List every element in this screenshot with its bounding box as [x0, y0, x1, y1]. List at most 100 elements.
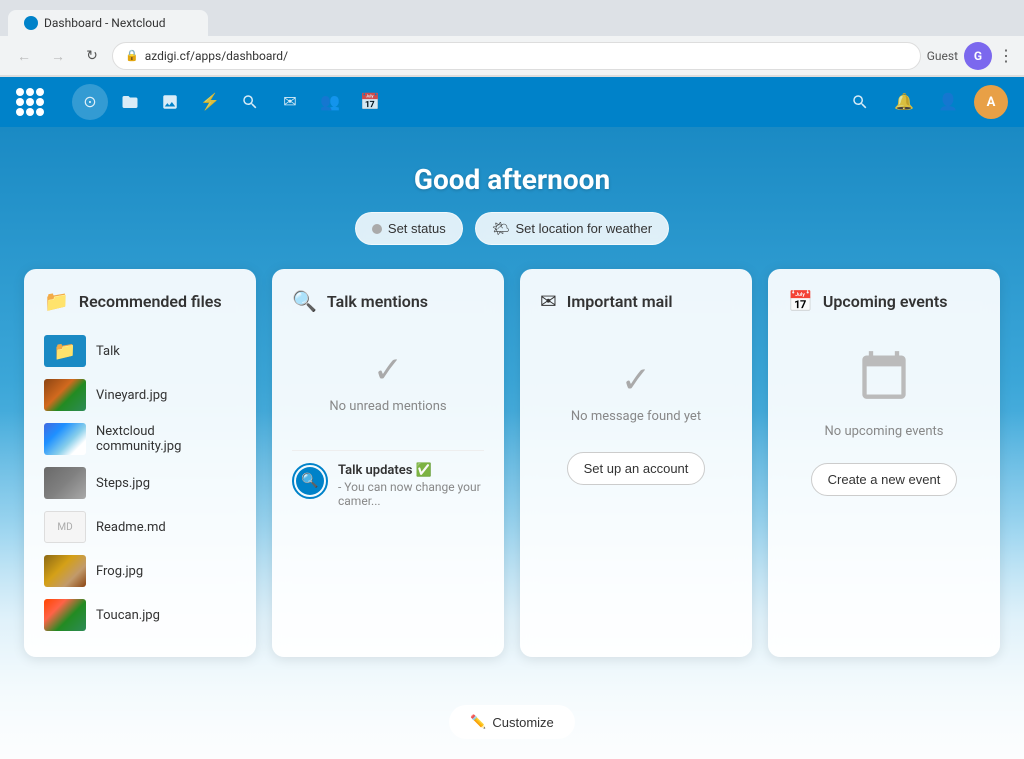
cards-grid: 📁 Recommended files 📁 Talk Vineyard.jpg …	[0, 269, 1024, 697]
customize-button[interactable]: ✏️ Customize	[449, 705, 575, 739]
lock-icon: 🔒	[125, 49, 139, 62]
nextcloud-logo	[16, 88, 44, 116]
events-empty-text: No upcoming events	[788, 424, 980, 439]
customize-label: Customize	[492, 715, 553, 730]
header-right: 🔔 👤 A	[842, 84, 1008, 120]
card-header-events: 📅 Upcoming events	[788, 289, 980, 313]
file-name-frog: Frog.jpg	[96, 564, 143, 579]
setup-account-button[interactable]: Set up an account	[567, 452, 706, 485]
check-icon: ✓	[292, 349, 484, 391]
nav-activity[interactable]: ⚡	[192, 84, 228, 120]
reload-button[interactable]: ↻	[78, 42, 106, 70]
important-mail-card: ✉ Important mail ✓ No message found yet …	[520, 269, 752, 657]
file-icon-talk: 📁	[44, 335, 86, 367]
set-status-button[interactable]: Set status	[355, 212, 463, 245]
status-dot-icon	[372, 224, 382, 234]
search-icon-btn[interactable]	[842, 84, 878, 120]
back-button[interactable]: ←	[10, 42, 38, 70]
greeting-section: Good afternoon Set status 🌤 Set location…	[0, 127, 1024, 269]
card-header-mail: ✉ Important mail	[540, 289, 732, 313]
file-name-steps: Steps.jpg	[96, 476, 150, 491]
app-logo[interactable]	[16, 88, 44, 116]
file-name-toucan: Toucan.jpg	[96, 608, 160, 623]
file-item-steps[interactable]: Steps.jpg	[44, 461, 236, 505]
create-event-button[interactable]: Create a new event	[811, 463, 958, 496]
mail-card-icon: ✉	[540, 289, 557, 313]
file-item-nextcloud[interactable]: Nextcloud community.jpg	[44, 417, 236, 461]
nav-mail[interactable]: ✉	[272, 84, 308, 120]
card-title-mail: Important mail	[567, 292, 673, 311]
greeting-title: Good afternoon	[20, 163, 1004, 196]
file-thumb-nextcloud	[44, 423, 86, 455]
greeting-buttons: Set status 🌤 Set location for weather	[20, 212, 1004, 245]
browser-tab[interactable]: Dashboard - Nextcloud	[8, 10, 208, 36]
nav-files[interactable]	[112, 84, 148, 120]
events-empty-state: No upcoming events Create a new event	[788, 329, 980, 516]
browser-toolbar: ← → ↻ 🔒 azdigi.cf/apps/dashboard/ Guest …	[0, 36, 1024, 76]
mail-empty-text: No message found yet	[540, 409, 732, 424]
card-title-events: Upcoming events	[823, 292, 948, 311]
file-name-readme: Readme.md	[96, 520, 166, 535]
file-item-toucan[interactable]: Toucan.jpg	[44, 593, 236, 637]
customize-bar: ✏️ Customize	[0, 697, 1024, 759]
tab-label: Dashboard - Nextcloud	[44, 16, 166, 30]
calendar-large-icon	[788, 349, 980, 412]
file-item-vineyard[interactable]: Vineyard.jpg	[44, 373, 236, 417]
talk-update-title: Talk updates ✅	[338, 463, 484, 478]
nav-search[interactable]	[232, 84, 268, 120]
nav-icons: ⊙ ⚡ ✉ 👥 📅	[72, 84, 388, 120]
address-bar[interactable]: 🔒 azdigi.cf/apps/dashboard/	[112, 42, 921, 70]
browser-tabs: Dashboard - Nextcloud	[0, 0, 1024, 36]
nav-contacts[interactable]: 👥	[312, 84, 348, 120]
card-header-files: 📁 Recommended files	[44, 289, 236, 313]
notifications-button[interactable]: 🔔	[886, 84, 922, 120]
card-title-talk: Talk mentions	[327, 292, 428, 311]
talk-avatar-inner: 🔍	[296, 467, 324, 495]
file-thumb-frog	[44, 555, 86, 587]
nav-photos[interactable]	[152, 84, 188, 120]
browser-chrome: Dashboard - Nextcloud ← → ↻ 🔒 azdigi.cf/…	[0, 0, 1024, 77]
nav-dashboard[interactable]: ⊙	[72, 84, 108, 120]
browser-profile[interactable]: G	[964, 42, 992, 70]
talk-update-content: Talk updates ✅ - You can now change your…	[338, 463, 484, 508]
talk-update-text: - You can now change your camer...	[338, 480, 484, 508]
tab-favicon	[24, 16, 38, 30]
recommended-files-card: 📁 Recommended files 📁 Talk Vineyard.jpg …	[24, 269, 256, 657]
file-item-talk[interactable]: 📁 Talk	[44, 329, 236, 373]
folder-card-icon: 📁	[44, 289, 69, 313]
file-thumb-readme: MD	[44, 511, 86, 543]
talk-mentions-card: 🔍 Talk mentions ✓ No unread mentions 🔍 T…	[272, 269, 504, 657]
main-content: Good afternoon Set status 🌤 Set location…	[0, 127, 1024, 759]
app-header: ⊙ ⚡ ✉ 👥 📅 🔔 👤 A	[0, 77, 1024, 127]
mail-check-icon: ✓	[540, 359, 732, 401]
set-weather-button[interactable]: 🌤 Set location for weather	[475, 212, 669, 245]
file-list: 📁 Talk Vineyard.jpg Nextcloud community.…	[44, 329, 236, 637]
talk-card-icon: 🔍	[292, 289, 317, 313]
file-name-nextcloud: Nextcloud community.jpg	[96, 424, 236, 454]
file-thumb-toucan	[44, 599, 86, 631]
browser-menu[interactable]: ⋮	[998, 46, 1014, 65]
talk-empty-text: No unread mentions	[292, 399, 484, 414]
forward-button[interactable]: →	[44, 42, 72, 70]
pencil-icon: ✏️	[470, 714, 486, 730]
avatar[interactable]: A	[974, 85, 1008, 119]
talk-update-item[interactable]: 🔍 Talk updates ✅ - You can now change yo…	[292, 450, 484, 520]
guest-label: Guest	[927, 49, 958, 63]
settings-button[interactable]: 👤	[930, 84, 966, 120]
file-item-frog[interactable]: Frog.jpg	[44, 549, 236, 593]
upcoming-events-card: 📅 Upcoming events No upcoming events Cre…	[768, 269, 1000, 657]
file-thumb-vineyard	[44, 379, 86, 411]
talk-logo-icon: 🔍	[301, 473, 318, 489]
mail-empty-state: ✓ No message found yet Set up an account	[540, 329, 732, 505]
card-header-talk: 🔍 Talk mentions	[292, 289, 484, 313]
address-text: azdigi.cf/apps/dashboard/	[145, 49, 288, 63]
nav-calendar[interactable]: 📅	[352, 84, 388, 120]
calendar-card-icon: 📅	[788, 289, 813, 313]
file-name-talk: Talk	[96, 344, 120, 359]
file-item-readme[interactable]: MD Readme.md	[44, 505, 236, 549]
file-thumb-steps	[44, 467, 86, 499]
set-status-label: Set status	[388, 221, 446, 236]
card-title-files: Recommended files	[79, 292, 222, 311]
talk-empty-state: ✓ No unread mentions	[292, 329, 484, 450]
file-name-vineyard: Vineyard.jpg	[96, 388, 167, 403]
